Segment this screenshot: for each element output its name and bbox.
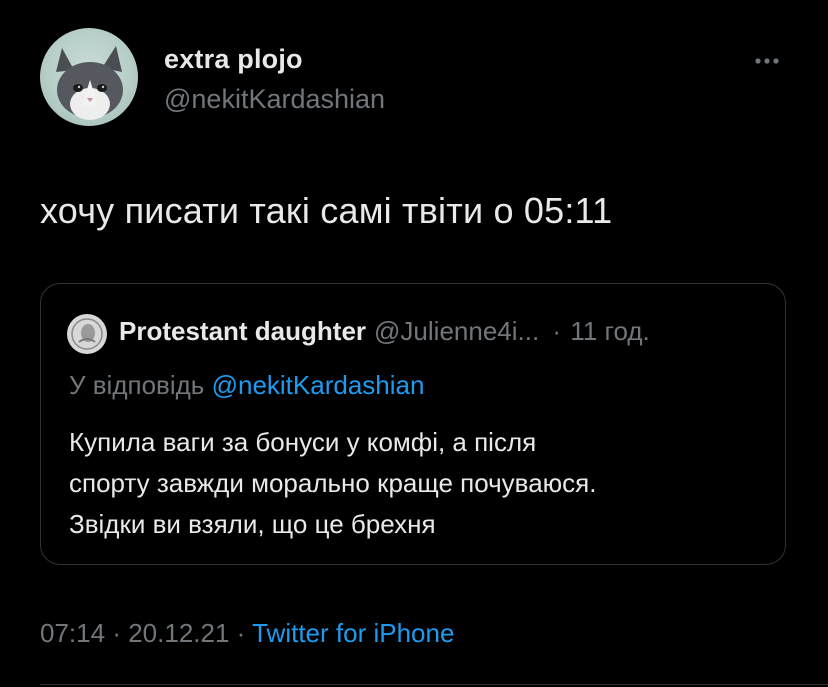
tweet-time[interactable]: 07:14 [40, 618, 105, 648]
author-display-name[interactable]: extra plojo [164, 44, 303, 75]
divider [40, 684, 828, 685]
quoted-tweet-text: Купила ваги за бонуси у комфі, а після с… [69, 422, 596, 545]
quoted-reply-context: У відповідь @nekitKardashian [69, 370, 424, 401]
quoted-header: Protestant daughter @Julienne4i... · 11 г… [119, 316, 650, 347]
tweet-text: хочу писати такі самі твіти о 05:11 [40, 190, 613, 231]
meta-separator: · [236, 618, 246, 648]
quoted-separator: · [552, 316, 562, 346]
reply-to-link[interactable]: @nekitKardashian [212, 370, 425, 400]
tweet-source-link[interactable]: Twitter for iPhone [252, 618, 454, 648]
quoted-handle[interactable]: @Julienne4i... [374, 316, 539, 346]
reply-prefix: У відповідь [69, 370, 205, 400]
quoted-text-line: спорту завжди морально краще почуваюся. [69, 468, 597, 498]
quoted-display-name[interactable]: Protestant daughter [119, 316, 366, 346]
author-avatar[interactable] [40, 28, 138, 126]
tweet-date[interactable]: 20.12.21 [128, 618, 229, 648]
tweet-detail: extra plojo @nekitKardashian хочу писати… [0, 0, 828, 687]
coin-avatar-image [68, 315, 106, 353]
quoted-text-line: Купила ваги за бонуси у комфі, а після [69, 427, 537, 457]
tweet-metadata: 07:14 · 20.12.21 · Twitter for iPhone [40, 618, 454, 649]
quoted-tweet-card[interactable]: Protestant daughter @Julienne4i... · 11 г… [40, 283, 786, 565]
quoted-author-avatar[interactable] [67, 314, 107, 354]
author-handle[interactable]: @nekitKardashian [164, 84, 385, 115]
meta-separator: · [112, 618, 121, 648]
quoted-text-line: Звідки ви взяли, що це брехня [69, 509, 436, 539]
quoted-time[interactable]: 11 год. [570, 316, 649, 346]
cat-avatar-image [56, 46, 123, 120]
more-horizontal-icon[interactable] [750, 48, 784, 74]
